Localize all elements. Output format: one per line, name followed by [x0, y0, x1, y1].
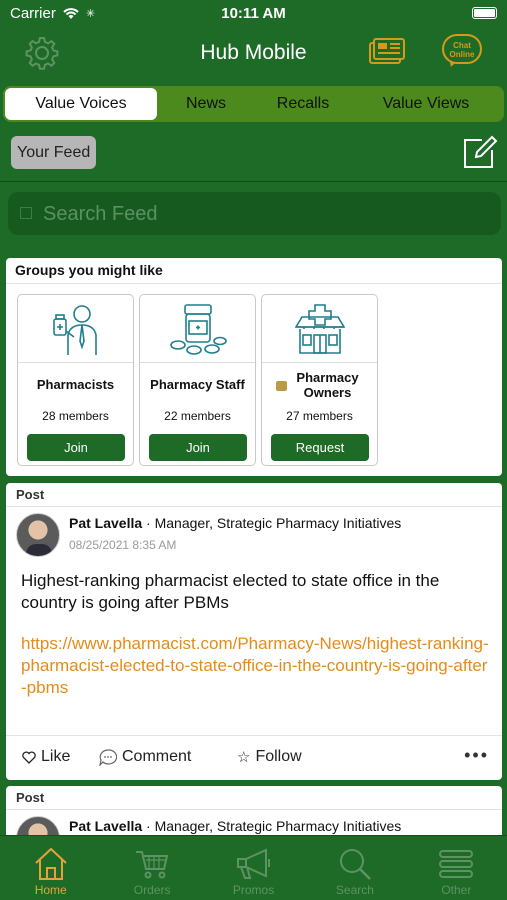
group-member-count: 22 members [164, 409, 231, 423]
pill-bottle-icon [169, 303, 227, 355]
tab-news[interactable]: News [157, 88, 255, 120]
pharmacy-building-icon [294, 303, 345, 354]
post-actions: Like Comment ☆ Follow ••• [6, 735, 502, 780]
tab-value-views[interactable]: Value Views [351, 88, 501, 120]
group-card-pharmacy-staff[interactable]: Pharmacy Staff 22 members Join [139, 294, 256, 466]
tab-promos[interactable]: Promos [203, 836, 304, 900]
post-link[interactable]: https://www.pharmacist.com/Pharmacy-News… [21, 633, 491, 699]
lock-icon [275, 380, 287, 391]
feed-tabs: Value Voices News Recalls Value Views [3, 86, 504, 122]
group-name: Pharmacy Owners [296, 369, 359, 400]
post-author-line: Pat Lavella · Manager, Strategic Pharmac… [69, 818, 402, 834]
status-bar: Carrier ✳ 10:11 AM [0, 0, 507, 28]
tab-recalls[interactable]: Recalls [255, 88, 351, 120]
group-name-row: Pharmacy Owners [262, 363, 377, 403]
feed-toolbar: Your Feed [0, 128, 507, 182]
join-button[interactable]: Join [149, 434, 247, 461]
app-title: Hub Mobile [200, 41, 307, 64]
tab-other[interactable]: Other [406, 836, 507, 900]
group-member-count: 27 members [286, 409, 353, 423]
search-icon [339, 849, 371, 880]
post-author-line: Pat Lavella · Manager, Strategic Pharmac… [69, 515, 402, 531]
author-role: Manager, Strategic Pharmacy Initiatives [154, 515, 402, 531]
home-icon [35, 847, 67, 880]
author-role: Manager, Strategic Pharmacy Initiatives [154, 818, 402, 834]
chat-online-icon[interactable]: Chat Online [442, 34, 482, 69]
post-timestamp: 08/25/2021 8:35 AM [69, 538, 177, 552]
groups-card: Groups you might like Pharmacists 28 mem… [6, 258, 502, 476]
newspaper-icon[interactable] [369, 38, 405, 66]
avatar[interactable] [16, 513, 60, 557]
tab-search[interactable]: Search [304, 836, 405, 900]
follow-button[interactable]: ☆ Follow [237, 748, 302, 766]
search-field-icon [20, 207, 32, 219]
author-name[interactable]: Pat Lavella [69, 818, 142, 834]
menu-icon [439, 850, 474, 878]
group-name: Pharmacy Staff [150, 377, 245, 392]
post-text: Highest-ranking pharmacist elected to st… [21, 571, 440, 612]
group-member-count: 28 members [42, 409, 109, 423]
clock: 10:11 AM [221, 5, 286, 22]
group-card-pharmacy-owners[interactable]: Pharmacy Owners 27 members Request [261, 294, 378, 466]
author-name[interactable]: Pat Lavella [69, 515, 142, 531]
like-button[interactable]: Like [22, 748, 70, 766]
pharmacist-icon [52, 304, 97, 355]
bottom-tab-bar: Home Orders Promos Search Other [0, 835, 507, 900]
join-button[interactable]: Join [27, 434, 125, 461]
tab-orders[interactable]: Orders [101, 836, 202, 900]
heart-icon [22, 750, 36, 764]
more-options-icon[interactable]: ••• [464, 745, 489, 766]
groups-heading: Groups you might like [6, 258, 502, 284]
post-label: Post [6, 483, 502, 507]
tab-home[interactable]: Home [0, 836, 101, 900]
search-placeholder: Search Feed [43, 203, 158, 225]
megaphone-icon [236, 848, 270, 879]
nav-bar: Hub Mobile Chat Online [0, 28, 507, 78]
post-label: Post [6, 786, 502, 810]
tab-value-voices[interactable]: Value Voices [5, 88, 157, 120]
group-card-pharmacists[interactable]: Pharmacists 28 members Join [17, 294, 134, 466]
request-button[interactable]: Request [271, 434, 369, 461]
star-icon: ☆ [237, 749, 251, 766]
comment-icon [99, 748, 117, 766]
battery-icon [472, 7, 497, 19]
cart-icon [136, 851, 169, 879]
search-feed-input[interactable]: Search Feed [8, 192, 501, 235]
your-feed-button[interactable]: Your Feed [11, 136, 97, 169]
comment-button[interactable]: Comment [99, 748, 191, 766]
compose-icon[interactable] [462, 134, 498, 170]
post-card: Post Pat Lavella · Manager, Strategic Ph… [6, 483, 502, 780]
group-name: Pharmacists [36, 377, 115, 392]
